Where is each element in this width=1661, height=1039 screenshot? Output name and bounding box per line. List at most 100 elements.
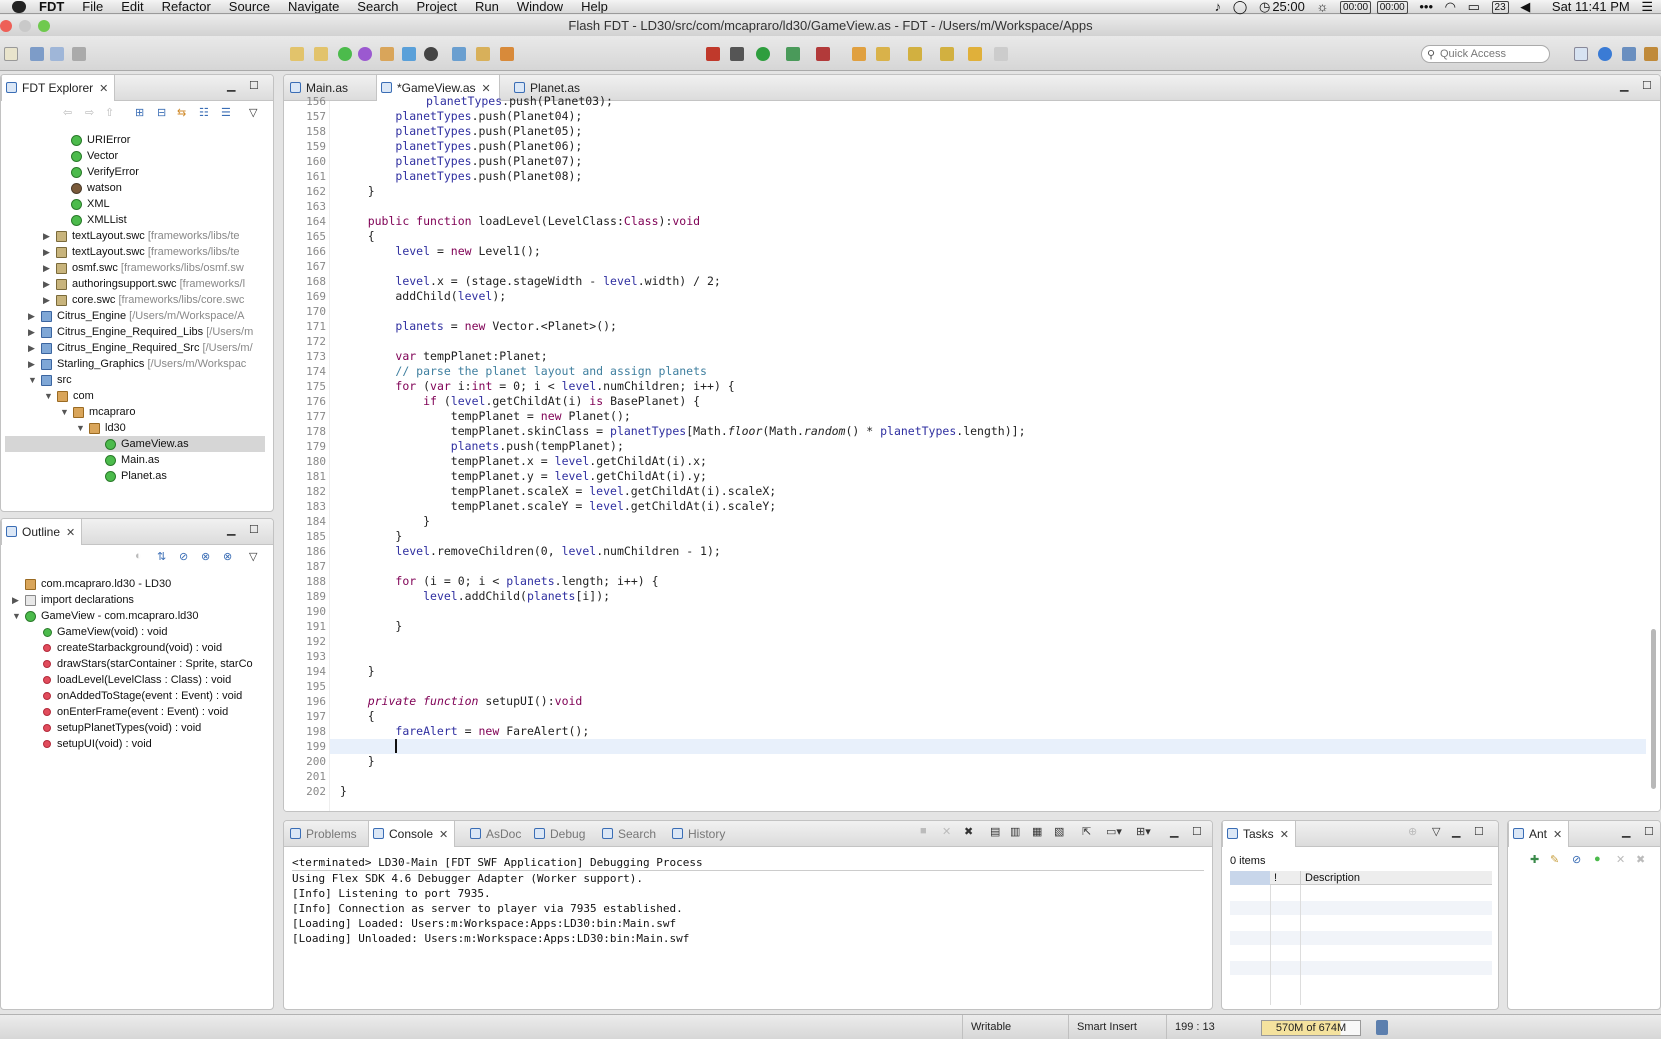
run-icon[interactable] <box>756 47 770 61</box>
tab-history[interactable]: History <box>668 821 731 847</box>
folder-icon[interactable] <box>852 47 866 61</box>
volume-icon[interactable]: ◀ <box>1520 0 1530 14</box>
tree-item[interactable]: ▼ mcapraro <box>1 404 273 420</box>
collapse-arrow-icon[interactable]: ▼ <box>28 372 37 388</box>
maximize-icon[interactable]: ☐ <box>249 79 259 92</box>
maximize-icon[interactable]: ☐ <box>249 523 259 536</box>
expand-arrow-icon[interactable]: ▶ <box>43 228 52 244</box>
chevron-down-icon[interactable]: ▽ <box>249 550 257 563</box>
back-icon[interactable]: ⇦ <box>63 106 72 119</box>
outline-item[interactable]: onAddedToStage(event : Event) : void <box>1 688 273 704</box>
hide-local-types-icon[interactable]: ⊗ <box>223 550 232 563</box>
outline-item[interactable]: com.mcapraro.ld30 - LD30 <box>1 576 273 592</box>
tab-asdoc[interactable]: AsDoc <box>466 821 527 847</box>
tree-item[interactable]: ▶ osmf.swc [frameworks/libs/osmf.sw <box>1 260 273 276</box>
hide-static-icon[interactable]: ⊘ <box>179 550 188 563</box>
minimize-window-button[interactable] <box>19 20 31 32</box>
tree-item[interactable]: ▶ textLayout.swc [frameworks/libs/te <box>1 228 273 244</box>
pin-console-icon[interactable]: ⇱ <box>1082 825 1091 838</box>
print-icon[interactable] <box>72 47 86 61</box>
fdt-perspective-icon[interactable] <box>1598 47 1612 61</box>
minimize-icon[interactable]: ▁ <box>1170 825 1178 838</box>
code-editor[interactable]: 156 157 158 159 160 161 162 163 164 165 166 167 168 1… <box>284 94 1660 811</box>
tree-item[interactable]: Vector <box>1 148 273 164</box>
debug-perspective-icon[interactable] <box>1622 47 1636 61</box>
link-editor-icon[interactable]: ⇆ <box>177 106 186 119</box>
tab-fdt-explorer[interactable]: FDT Explorer ✕ <box>1 75 116 101</box>
menu-run[interactable]: Run <box>466 0 508 13</box>
editor-scrollbar[interactable] <box>1651 629 1656 789</box>
forward-icon[interactable]: ⇨ <box>85 106 94 119</box>
expand-arrow-icon[interactable]: ▶ <box>43 276 52 292</box>
apple-icon[interactable] <box>12 1 26 13</box>
outline-item[interactable]: onEnterFrame(event : Event) : void <box>1 704 273 720</box>
close-icon[interactable]: ✕ <box>439 829 448 841</box>
hide-fields-icon[interactable]: ◐ <box>135 550 142 562</box>
collapse-all-icon[interactable]: ⊟ <box>157 106 166 119</box>
trash-icon[interactable] <box>1376 1020 1388 1035</box>
tree-item[interactable]: ▼ com <box>1 388 273 404</box>
chevron-down-icon[interactable]: ▽ <box>1432 825 1440 838</box>
expand-arrow-icon[interactable]: ▶ <box>28 356 37 372</box>
show-console-icon[interactable]: ▧ <box>1054 825 1064 838</box>
new-project-icon[interactable] <box>402 47 416 61</box>
menu-project[interactable]: Project <box>408 0 466 13</box>
tree-item[interactable]: ▼ ld30 <box>1 420 273 436</box>
save-icon[interactable] <box>30 47 44 61</box>
collapse-arrow-icon[interactable]: ▼ <box>76 420 85 436</box>
expand-arrow-icon[interactable]: ▶ <box>28 340 37 356</box>
menu-source[interactable]: Source <box>220 0 279 13</box>
clear-console-icon[interactable]: ▤ <box>990 825 1000 838</box>
tree-item[interactable]: VerifyError <box>1 164 273 180</box>
previous-annotation-icon[interactable] <box>940 47 954 61</box>
tree-item[interactable]: ▶ Citrus_Engine_Required_Libs [/Users/m <box>1 324 273 340</box>
close-icon[interactable]: ✕ <box>1553 829 1562 841</box>
tab-search[interactable]: Search <box>598 821 662 847</box>
chevron-down-icon[interactable]: ▽ <box>249 106 257 119</box>
zoom-window-button[interactable] <box>38 20 50 32</box>
tree-item[interactable]: ▼ src <box>1 372 273 388</box>
expand-all-icon[interactable]: ⊞ <box>135 106 144 119</box>
tree-item[interactable]: Main.as <box>1 452 273 468</box>
tree-item[interactable]: ▶ Starling_Graphics [/Users/m/Workspac <box>1 356 273 372</box>
tab-console[interactable]: Console ✕ <box>368 821 456 847</box>
outline-item[interactable]: drawStars(starContainer : Sprite, starCo <box>1 656 273 672</box>
remove-all-icon[interactable]: ✖ <box>964 825 973 838</box>
display-icon[interactable]: ▭ <box>1468 0 1480 14</box>
new-class-icon[interactable] <box>338 47 352 61</box>
timer-text[interactable]: 25:00 <box>1272 0 1305 14</box>
tree-item[interactable]: ▶ authoringsupport.swc [frameworks/l <box>1 276 273 292</box>
menu-edit[interactable]: Edit <box>112 0 152 13</box>
menu-search[interactable]: Search <box>348 0 407 13</box>
more-icon[interactable]: ••• <box>1419 0 1433 14</box>
edit-icon[interactable] <box>876 47 890 61</box>
tab-problems[interactable]: Problems <box>286 821 363 847</box>
minimize-icon[interactable]: ▁ <box>227 79 235 92</box>
tab-ant[interactable]: Ant ✕ <box>1508 821 1570 847</box>
external-tools-icon[interactable] <box>816 47 830 61</box>
calendar-icon[interactable]: 23 <box>1491 1 1509 14</box>
sort-icon[interactable]: ⇅ <box>157 550 166 563</box>
maximize-icon[interactable]: ☐ <box>1474 825 1484 838</box>
tree-item[interactable]: ▶ Citrus_Engine [/Users/m/Workspace/A <box>1 308 273 324</box>
outline-item[interactable]: GameView(void) : void <box>1 624 273 640</box>
run-target-icon[interactable]: ● <box>1594 853 1601 865</box>
open-console-icon[interactable]: ⊞▾ <box>1136 825 1151 838</box>
add-buildfile-icon[interactable]: ✚ <box>1530 853 1539 866</box>
up-icon[interactable]: ⇧ <box>105 106 114 119</box>
new-task-icon[interactable]: ⊕ <box>1408 825 1417 838</box>
tree-item[interactable]: ▶ textLayout.swc [frameworks/libs/te <box>1 244 273 260</box>
outline-item[interactable]: createStarbackground(void) : void <box>1 640 273 656</box>
tree-item[interactable]: watson <box>1 180 273 196</box>
wifi-icon[interactable]: ◠ <box>1445 0 1456 14</box>
tree-item[interactable]: ▶ core.swc [frameworks/libs/core.swc <box>1 292 273 308</box>
expand-arrow-icon[interactable]: ▶ <box>28 324 37 340</box>
minimize-icon[interactable]: ▁ <box>1620 79 1628 92</box>
menu-file[interactable]: File <box>73 0 112 13</box>
outline-item[interactable]: loadLevel(LevelClass : Class) : void <box>1 672 273 688</box>
debug-icon[interactable] <box>730 47 744 61</box>
new-package-icon[interactable] <box>380 47 394 61</box>
expand-arrow-icon[interactable]: ▶ <box>28 308 37 324</box>
tasks-checkbox-column[interactable] <box>1230 871 1270 885</box>
sun-icon[interactable]: ☼ <box>1317 0 1329 14</box>
